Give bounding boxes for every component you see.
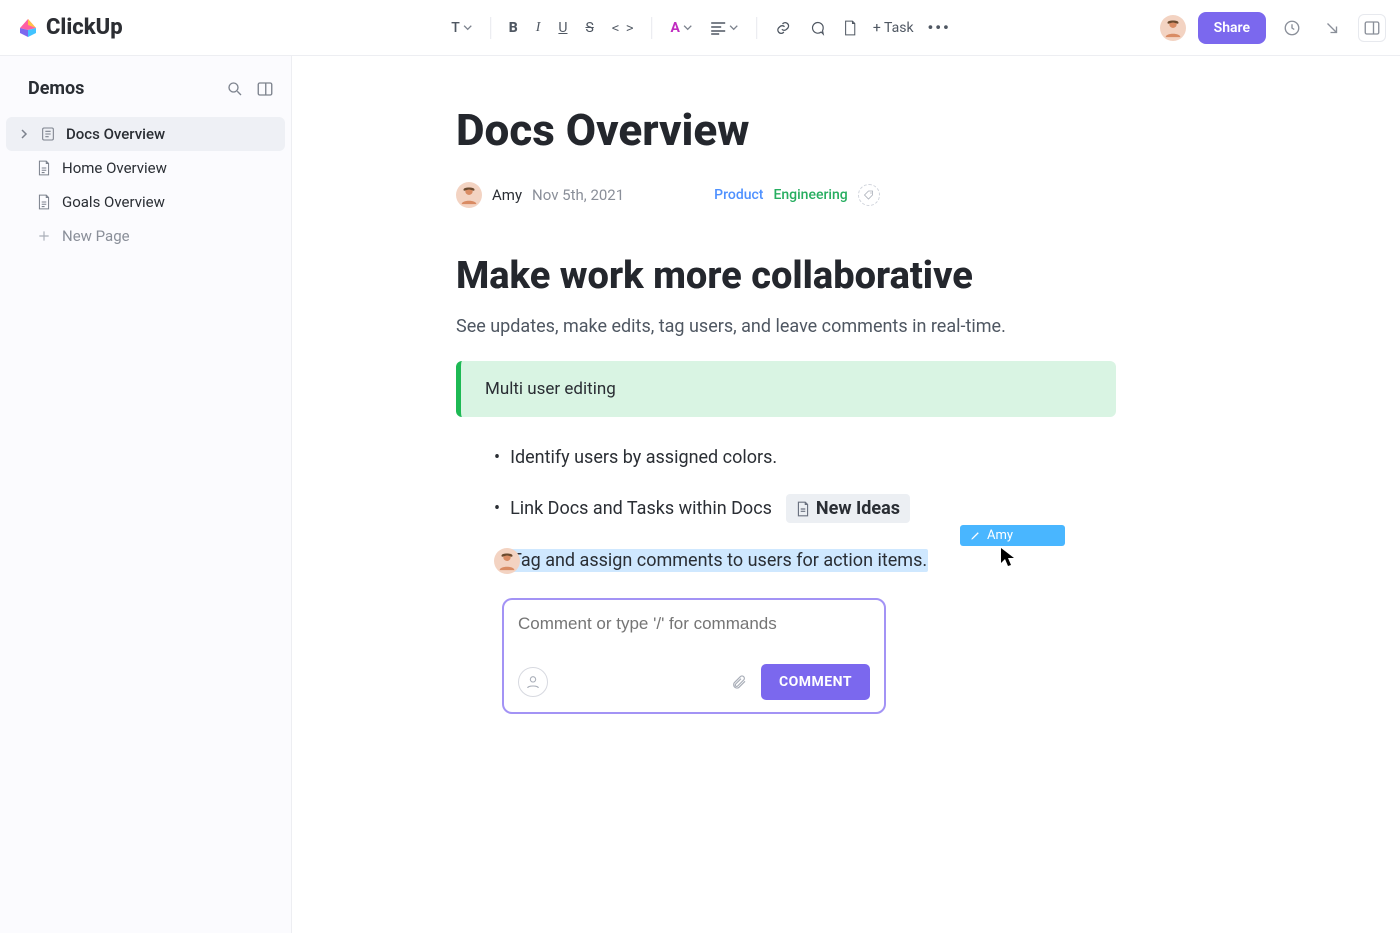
sidebar-item-goals-overview[interactable]: Goals Overview bbox=[6, 185, 285, 219]
caret-right-icon bbox=[20, 129, 30, 139]
sidebar-icon bbox=[1363, 19, 1381, 37]
search-icon bbox=[226, 80, 244, 98]
user-avatar[interactable] bbox=[1160, 15, 1186, 41]
heading[interactable]: Make work more collaborative bbox=[456, 254, 1236, 298]
text-color-menu[interactable]: A bbox=[668, 18, 693, 38]
page-icon bbox=[36, 160, 52, 176]
subtext[interactable]: See updates, make edits, tag users, and … bbox=[456, 316, 1236, 337]
export-button[interactable] bbox=[1318, 14, 1346, 42]
add-tag-button[interactable] bbox=[858, 184, 880, 206]
presence-chip: Amy bbox=[960, 525, 1065, 546]
sidebar-item-docs-overview[interactable]: Docs Overview bbox=[6, 117, 285, 151]
align-menu[interactable] bbox=[708, 19, 740, 37]
page-button[interactable] bbox=[841, 18, 859, 38]
logo-text: ClickUp bbox=[46, 15, 123, 40]
panel-toggle-button[interactable] bbox=[1358, 14, 1386, 42]
chevron-down-icon bbox=[729, 23, 738, 32]
more-menu[interactable]: ••• bbox=[928, 18, 951, 37]
sidebar: Demos Docs Overview bbox=[0, 56, 292, 933]
assign-user-button[interactable] bbox=[518, 667, 548, 697]
linked-doc-chip[interactable]: New Ideas bbox=[786, 494, 910, 523]
collapse-sidebar-button[interactable] bbox=[255, 79, 275, 99]
text-style-menu[interactable]: T bbox=[449, 18, 474, 38]
clock-icon bbox=[1283, 19, 1301, 37]
tag-product[interactable]: Product bbox=[714, 187, 763, 203]
toolbar-separator bbox=[490, 17, 491, 39]
page-icon bbox=[36, 194, 52, 210]
code-button[interactable]: < > bbox=[610, 19, 636, 37]
author-avatar[interactable] bbox=[456, 182, 482, 208]
document-editor[interactable]: Docs Overview Amy Nov 5th, 2021 Product … bbox=[292, 56, 1400, 933]
arrow-down-right-icon bbox=[1323, 19, 1341, 37]
history-button[interactable] bbox=[1278, 14, 1306, 42]
sidebar-new-page[interactable]: New Page bbox=[6, 219, 285, 253]
page-icon bbox=[843, 20, 857, 36]
presence-avatar bbox=[494, 548, 520, 574]
bullet-item[interactable]: • Tag and assign comments to users for a… bbox=[494, 549, 1236, 572]
bullet-icon: • bbox=[494, 498, 500, 519]
logo-mark-icon bbox=[16, 16, 40, 40]
doc-title[interactable]: Docs Overview bbox=[456, 104, 1236, 156]
sidebar-item-label: Home Overview bbox=[62, 159, 167, 177]
italic-button[interactable]: I bbox=[534, 18, 543, 38]
paperclip-icon bbox=[731, 673, 747, 691]
comment-input[interactable] bbox=[518, 614, 870, 634]
strikethrough-button[interactable]: S bbox=[583, 18, 595, 38]
tag-icon bbox=[863, 189, 875, 201]
search-button[interactable] bbox=[225, 79, 245, 99]
page-icon bbox=[40, 126, 56, 142]
top-toolbar: ClickUp T B I U S < > A bbox=[0, 0, 1400, 56]
app-logo[interactable]: ClickUp bbox=[16, 15, 123, 40]
panel-icon bbox=[256, 80, 274, 98]
bullet-item[interactable]: • Identify users by assigned colors. bbox=[494, 447, 1236, 468]
bullet-icon: • bbox=[494, 447, 500, 468]
comment-icon bbox=[809, 20, 825, 36]
tag-engineering[interactable]: Engineering bbox=[773, 187, 847, 203]
sidebar-item-home-overview[interactable]: Home Overview bbox=[6, 151, 285, 185]
add-task-button[interactable]: + Task bbox=[873, 20, 914, 36]
highlighted-text: Tag and assign comments to users for act… bbox=[510, 549, 928, 572]
author-name: Amy bbox=[492, 186, 522, 204]
toolbar-separator bbox=[651, 17, 652, 39]
sidebar-item-label: Goals Overview bbox=[62, 193, 165, 211]
comment-submit-button[interactable]: COMMENT bbox=[761, 664, 870, 700]
sidebar-item-label: Docs Overview bbox=[66, 125, 165, 143]
doc-date: Nov 5th, 2021 bbox=[532, 186, 624, 204]
chevron-down-icon bbox=[463, 23, 472, 32]
comment-button[interactable] bbox=[807, 18, 827, 38]
sidebar-item-label: New Page bbox=[62, 227, 130, 245]
doc-meta: Amy Nov 5th, 2021 Product Engineering bbox=[456, 182, 1236, 208]
link-button[interactable] bbox=[773, 18, 793, 38]
underline-button[interactable]: U bbox=[556, 18, 569, 38]
page-icon bbox=[796, 501, 810, 517]
toolbar-separator bbox=[756, 17, 757, 39]
bold-button[interactable]: B bbox=[507, 18, 520, 38]
chevron-down-icon bbox=[683, 23, 692, 32]
share-button[interactable]: Share bbox=[1198, 12, 1266, 44]
bullet-item[interactable]: • Link Docs and Tasks within Docs New Id… bbox=[494, 494, 1236, 523]
comment-composer[interactable]: COMMENT bbox=[502, 598, 886, 714]
attach-button[interactable] bbox=[731, 673, 747, 691]
cursor-icon bbox=[1000, 547, 1016, 567]
callout-block[interactable]: Multi user editing bbox=[456, 361, 1116, 417]
link-icon bbox=[775, 20, 791, 36]
plus-icon bbox=[36, 228, 52, 244]
pencil-icon bbox=[970, 530, 981, 541]
sidebar-title[interactable]: Demos bbox=[28, 78, 84, 99]
user-icon bbox=[525, 674, 541, 690]
align-left-icon bbox=[710, 21, 726, 35]
